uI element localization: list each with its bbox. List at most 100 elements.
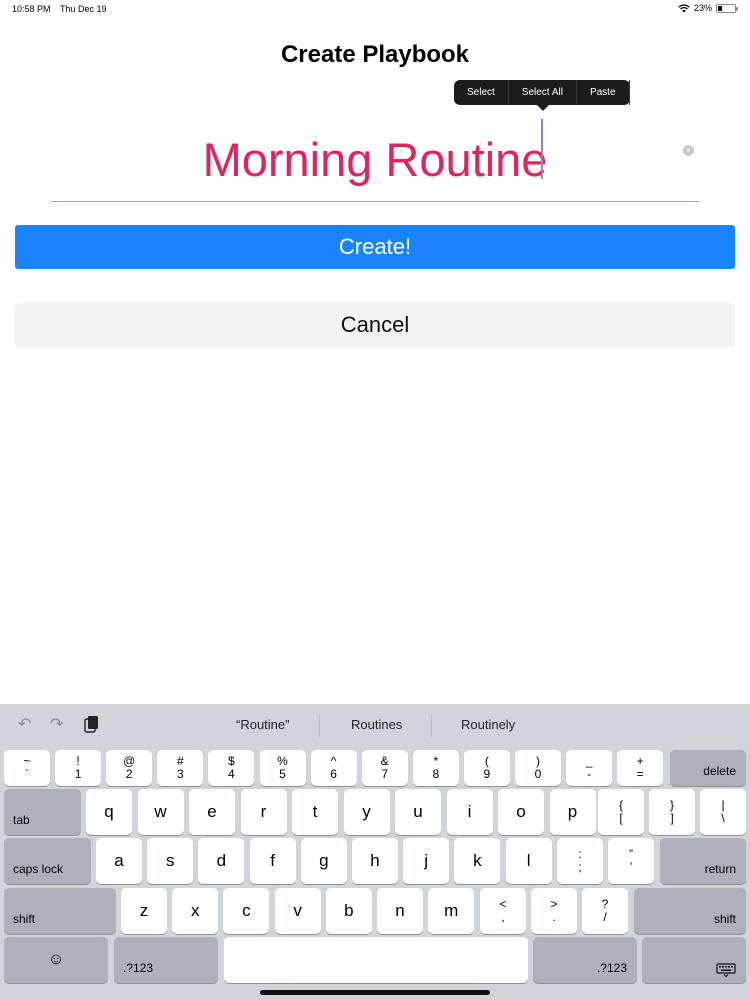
letter-key[interactable]: v [274, 888, 321, 934]
numbers-key-right[interactable]: .?123 [533, 937, 637, 983]
number-key[interactable]: @2 [106, 750, 153, 786]
letter-key[interactable]: q [86, 789, 132, 835]
key-bottom-symbol: ; [578, 860, 582, 874]
caps-lock-key[interactable]: caps lock [4, 838, 91, 884]
letter-key[interactable]: b [325, 888, 372, 934]
symbol-key[interactable]: }] [649, 789, 695, 835]
key-bottom-symbol: 7 [381, 767, 389, 781]
symbol-key[interactable]: | \ [700, 789, 746, 835]
shift-right-key[interactable]: shift [634, 888, 746, 934]
space-key[interactable] [224, 937, 528, 983]
emoji-key[interactable]: ☺ [4, 937, 108, 983]
clear-text-icon[interactable]: × [683, 145, 694, 156]
letter-key[interactable]: f [249, 838, 296, 884]
battery-icon [716, 3, 738, 13]
letter-key[interactable]: l [505, 838, 552, 884]
number-key[interactable]: #3 [157, 750, 204, 786]
letter-key[interactable]: m [428, 888, 475, 934]
suggestion-divider [319, 715, 320, 737]
key-bottom-symbol: \ [721, 811, 725, 825]
letter-key[interactable]: k [454, 838, 501, 884]
number-key[interactable]: (9 [463, 750, 510, 786]
letter-key[interactable]: c [223, 888, 270, 934]
key-bottom-symbol: 6 [330, 767, 337, 781]
symbol-key[interactable]: :; [557, 838, 603, 884]
letter-key[interactable]: o [498, 789, 544, 835]
symbol-key[interactable]: {[ [598, 789, 644, 835]
number-key[interactable]: + = [617, 750, 664, 786]
suggestion-2[interactable]: Routines [351, 717, 402, 732]
letter-key[interactable]: y [343, 789, 390, 835]
number-key[interactable]: * 8 [412, 750, 459, 786]
keyboard-dismiss-key[interactable] [642, 937, 746, 983]
keyboard-toolbar: ↶ ↷ “Routine” Routines Routinely [0, 704, 750, 746]
letter-key[interactable]: t [292, 789, 338, 835]
numbers-key-left[interactable]: .?123 [114, 937, 218, 983]
input-underline [51, 201, 699, 202]
key-bottom-symbol: 1 [74, 767, 82, 781]
letter-key[interactable]: e [189, 789, 235, 835]
key-bottom-symbol: / [603, 910, 607, 924]
page-title: Create Playbook [280, 41, 470, 68]
undo-icon[interactable]: ↶ [18, 714, 31, 734]
letter-key[interactable]: r [240, 789, 287, 835]
number-key[interactable]: ^ 6 [310, 750, 357, 786]
suggestion-3[interactable]: Routinely [461, 717, 515, 732]
symbol-key[interactable]: <, [480, 888, 526, 934]
key-bottom-symbol: , [501, 910, 505, 924]
key-bottom-symbol: 9 [483, 767, 491, 781]
number-key[interactable]: & 7 [361, 750, 408, 786]
number-key[interactable]: ~ ` [4, 750, 50, 786]
keyboard: ↶ ↷ “Routine” Routines Routinely ~ `! 1 @2 #… [0, 704, 750, 1000]
return-key[interactable]: return [660, 838, 746, 884]
letter-key[interactable]: z [121, 888, 167, 934]
symbol-key[interactable]: ? / [582, 888, 628, 934]
suggestion-1[interactable]: “Routine” [236, 717, 289, 732]
key-bottom-symbol: 3 [176, 767, 184, 781]
letter-key[interactable]: n [377, 888, 423, 934]
letter-key[interactable]: p [549, 789, 596, 835]
number-key[interactable]: _ - [566, 750, 613, 786]
letter-key[interactable]: s [147, 838, 194, 884]
key-bottom-symbol: 2 [125, 767, 133, 781]
status-date: Thu Dec 19 [60, 4, 107, 14]
edit-menu-paste[interactable]: Paste [577, 80, 630, 105]
create-button[interactable]: Create! [15, 225, 735, 269]
redo-icon[interactable]: ↷ [50, 714, 63, 734]
paste-icon[interactable] [84, 715, 99, 733]
battery-fill [718, 5, 722, 11]
number-key[interactable]: ) 0 [515, 750, 561, 786]
letter-key[interactable]: x [172, 888, 219, 934]
key-bottom-symbol: [ [619, 811, 623, 825]
delete-key[interactable]: delete [670, 750, 746, 786]
key-bottom-symbol: ’ [629, 860, 633, 874]
wifi-icon [678, 3, 690, 12]
letter-key[interactable]: d [198, 838, 245, 884]
number-key[interactable]: % 5 [259, 750, 306, 786]
battery-percent: 23% [693, 3, 712, 13]
status-time: 10:58 PM [12, 4, 51, 14]
edit-menu-select[interactable]: Select [454, 80, 509, 105]
letter-key[interactable]: g [300, 838, 347, 884]
shift-left-key[interactable]: shift [4, 888, 116, 934]
number-key[interactable]: ! 1 [55, 750, 102, 786]
number-key[interactable]: $4 [208, 750, 255, 786]
letter-key[interactable]: a [96, 838, 142, 884]
symbol-key[interactable]: >. [531, 888, 577, 934]
edit-menu: Select Select All Paste [454, 80, 630, 111]
letter-key[interactable]: i [446, 789, 493, 835]
emoji-icon: ☺ [47, 951, 65, 968]
playbook-name-input[interactable] [52, 118, 698, 200]
suggestion-divider [431, 715, 432, 737]
letter-key[interactable]: h [352, 838, 398, 884]
key-bottom-symbol: ] [670, 811, 674, 825]
cancel-button[interactable]: Cancel [15, 303, 735, 347]
letter-key[interactable]: j [403, 838, 450, 884]
letter-key[interactable]: u [395, 789, 441, 835]
tab-key[interactable]: tab [4, 789, 81, 835]
key-bottom-symbol: = [636, 767, 644, 781]
symbol-key[interactable]: ”’ [608, 838, 654, 884]
letter-key[interactable]: w [137, 789, 184, 835]
key-bottom-symbol: - [587, 767, 592, 781]
edit-menu-select-all[interactable]: Select All [509, 80, 577, 105]
